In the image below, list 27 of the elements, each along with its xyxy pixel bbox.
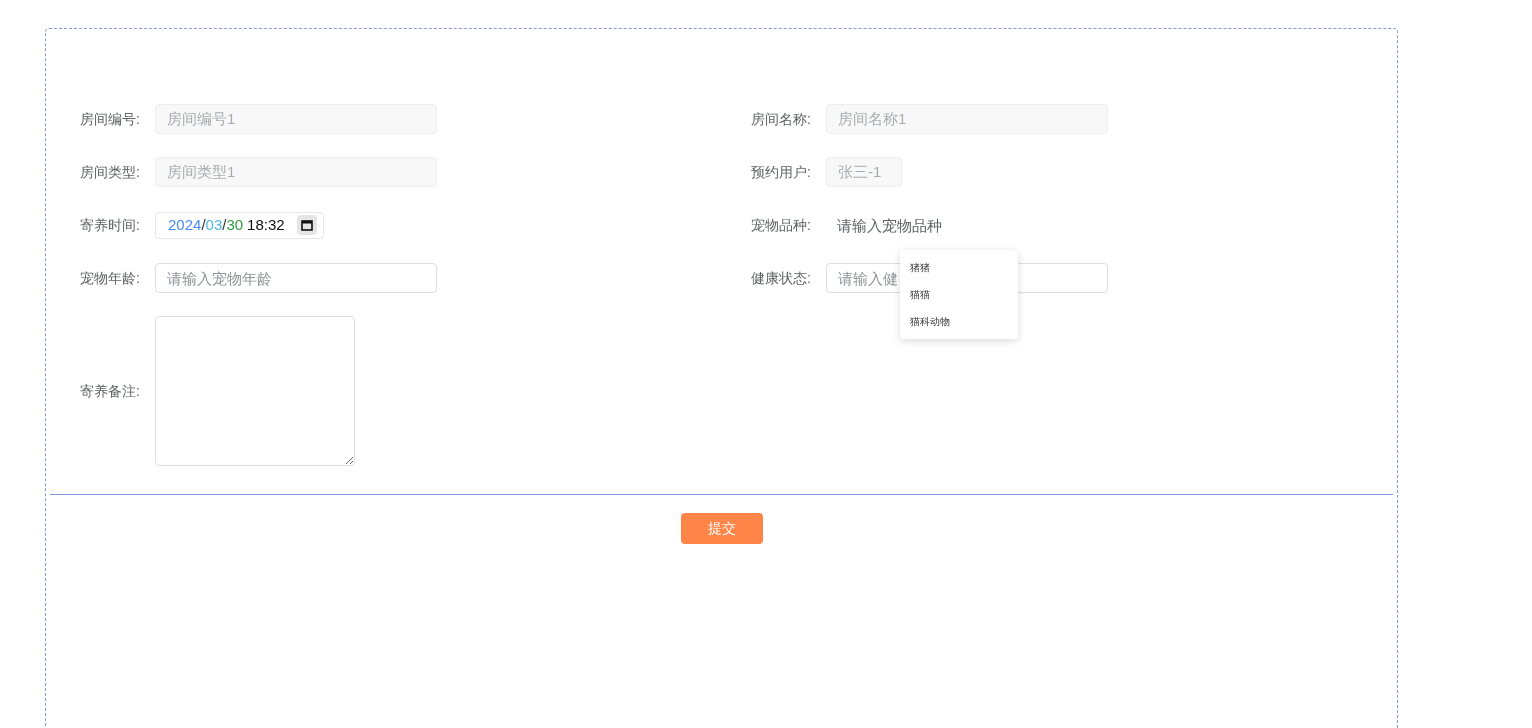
datetime-field[interactable]: 2024/03/30 18:32 [155,211,324,239]
field-label: 房间名称: [751,109,812,129]
date-text: / [201,214,206,235]
field-label: 预约用户: [751,162,812,182]
suggestion-item[interactable]: 猪猪 [900,254,1018,281]
date-text: 18:32 [247,214,285,235]
field-label: 寄养时间: [80,215,141,235]
text-field[interactable]: 请输入宠物年龄 [155,263,437,293]
field-label: 房间编号: [80,109,141,129]
readonly-field[interactable]: 房间类型1 [155,157,437,187]
calendar-icon[interactable] [296,215,317,235]
suggestion-item[interactable]: 猫科动物 [900,308,1018,335]
field-label: 宠物年龄: [80,268,141,288]
date-text: 03 [205,214,223,235]
readonly-field[interactable]: 张三-1 [826,157,902,187]
readonly-field[interactable]: 房间编号1 [155,104,437,134]
readonly-field[interactable]: 房间名称1 [826,104,1108,134]
field-label: 健康状态: [751,268,812,288]
field-label: 宠物品种: [751,215,812,235]
breed-input[interactable]: 请输入宠物品种 [826,210,1108,240]
date-text: 30 [226,214,244,235]
field-label: 寄养备注: [80,381,141,401]
date-text: 2024 [168,214,202,235]
field-label: 房间类型: [80,162,141,182]
suggestion-item[interactable]: 猫猫 [900,281,1018,308]
date-text: / [222,214,227,235]
submit-button[interactable]: 提交 [680,513,763,544]
